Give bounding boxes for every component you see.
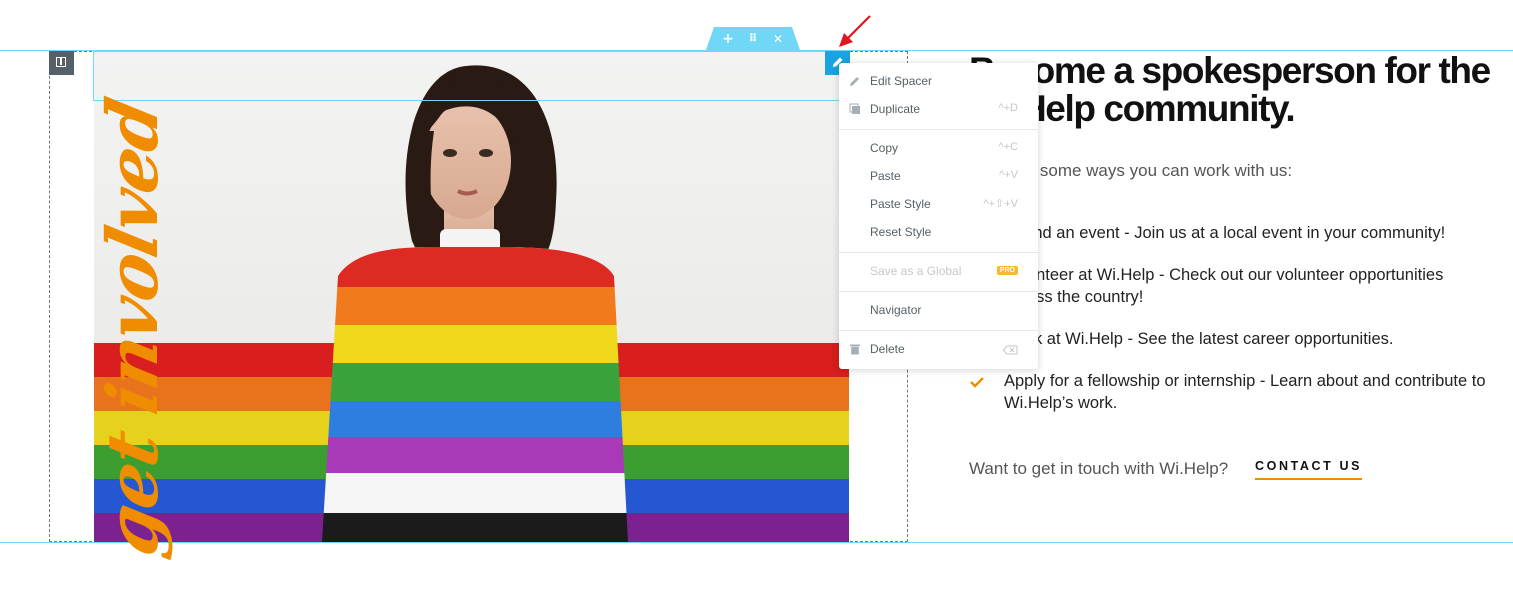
ways-list: Attend an event - Join us at a local eve… bbox=[969, 222, 1489, 434]
list-item-text: Work at Wi.Help - See the latest career … bbox=[1004, 330, 1394, 348]
menu-divider bbox=[839, 291, 1038, 292]
heading-line-2: Wi.Help community. bbox=[969, 88, 1296, 129]
section-bottom-border bbox=[0, 542, 1513, 543]
menu-item-duplicate[interactable]: Duplicate ^+D bbox=[839, 96, 1038, 124]
pro-badge: PRO bbox=[996, 266, 1018, 275]
spacer-widget-outline[interactable] bbox=[93, 51, 850, 101]
delete-key-icon bbox=[1003, 345, 1018, 355]
column-handle[interactable] bbox=[49, 51, 74, 75]
column-icon bbox=[56, 57, 66, 67]
menu-item-copy[interactable]: Copy ^+C bbox=[839, 135, 1038, 163]
menu-item-paste-style[interactable]: Paste Style ^+⇧+V bbox=[839, 191, 1038, 219]
list-item: Apply for a fellowship or internship - L… bbox=[969, 370, 1489, 414]
page-heading: Become a spokesperson for the Wi.Help co… bbox=[969, 50, 1491, 129]
contact-us-link[interactable]: CONTACT US bbox=[1255, 459, 1363, 480]
menu-item-delete[interactable]: Delete bbox=[839, 336, 1038, 364]
heading-line-1: Become a spokesperson for the bbox=[969, 50, 1491, 91]
list-item-text: Attend an event - Join us at a local eve… bbox=[1004, 224, 1446, 242]
section-handle: + ⠿ ✕ bbox=[706, 27, 800, 50]
delete-section-button[interactable]: ✕ bbox=[767, 30, 789, 48]
pencil-icon bbox=[850, 77, 859, 86]
list-item: Attend an event - Join us at a local eve… bbox=[969, 222, 1489, 244]
menu-divider bbox=[839, 330, 1038, 331]
context-menu: Edit Spacer Duplicate ^+D Copy ^+C Paste… bbox=[839, 63, 1038, 369]
menu-item-edit[interactable]: Edit Spacer bbox=[839, 68, 1038, 96]
menu-item-paste[interactable]: Paste ^+V bbox=[839, 163, 1038, 191]
menu-item-save-global: Save as a Global PRO bbox=[839, 258, 1038, 286]
close-icon: ✕ bbox=[772, 32, 784, 46]
hero-image bbox=[94, 51, 849, 542]
get-involved-script-text: get involved bbox=[91, 93, 174, 563]
contact-prompt: Want to get in touch with Wi.Help? bbox=[969, 459, 1229, 478]
add-section-button[interactable]: + bbox=[717, 30, 739, 48]
drag-icon: ⠿ bbox=[748, 32, 758, 45]
move-section-button[interactable]: ⠿ bbox=[742, 30, 764, 48]
list-item: Work at Wi.Help - See the latest career … bbox=[969, 328, 1489, 350]
list-item-text: Volunteer at Wi.Help - Check out our vol… bbox=[1004, 266, 1444, 306]
plus-icon: + bbox=[722, 31, 734, 47]
annotation-arrow-icon bbox=[839, 15, 871, 47]
menu-item-reset-style[interactable]: Reset Style bbox=[839, 219, 1038, 247]
menu-divider bbox=[839, 129, 1038, 130]
menu-divider bbox=[839, 252, 1038, 253]
list-item: Volunteer at Wi.Help - Check out our vol… bbox=[969, 264, 1489, 308]
menu-item-navigator[interactable]: Navigator bbox=[839, 297, 1038, 325]
check-icon bbox=[970, 377, 984, 388]
duplicate-icon bbox=[849, 103, 860, 114]
trash-icon bbox=[850, 344, 860, 355]
list-item-text: Apply for a fellowship or internship - L… bbox=[1004, 372, 1486, 412]
